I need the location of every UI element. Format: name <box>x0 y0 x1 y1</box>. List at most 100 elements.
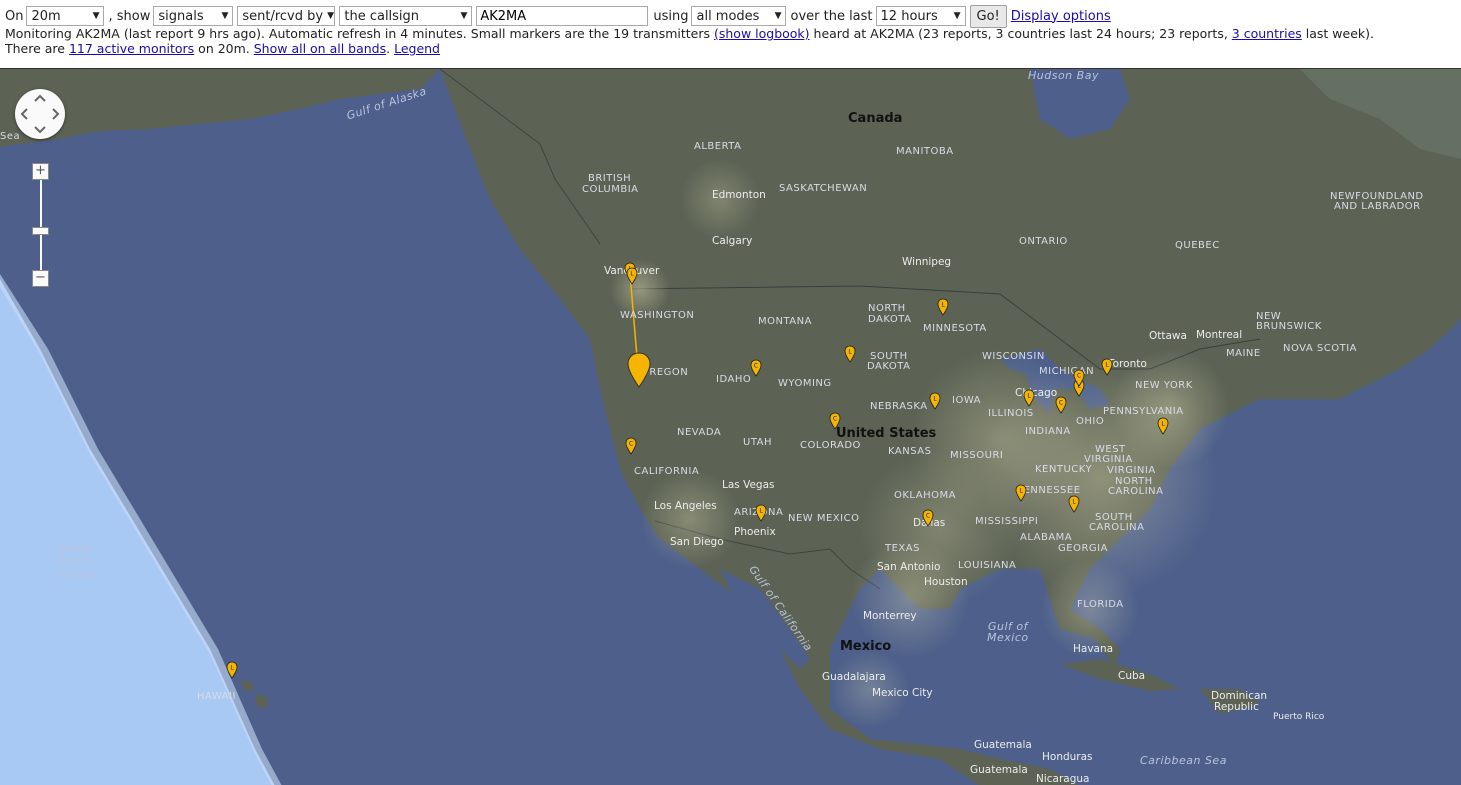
map-label: Houston <box>924 576 968 588</box>
map-label: San Antonio <box>877 561 941 573</box>
map-label: MINNESOTA <box>923 323 987 334</box>
controls-bar: On 20m ▼ , show signals ▼ sent/rcvd by ▼ th… <box>0 0 1461 68</box>
map-label: Sea <box>0 131 21 142</box>
direction-value: sent/rcvd by <box>242 8 324 24</box>
over-label: over the last <box>790 8 873 24</box>
map-label: COLORADO <box>800 440 861 451</box>
chevron-down-icon: ▼ <box>327 11 334 21</box>
zoom-slider-track[interactable] <box>40 171 42 279</box>
map-label: QUEBEC <box>1175 240 1220 251</box>
map-label: Republic <box>1214 701 1259 713</box>
direction-select[interactable]: sent/rcvd by ▼ <box>237 6 336 26</box>
period-select[interactable]: 12 hours ▼ <box>875 6 966 26</box>
map-label: BRUNSWICK <box>1256 321 1322 332</box>
map-label: MONTANA <box>758 316 812 327</box>
band-select[interactable]: 20m ▼ <box>26 6 105 26</box>
monitors-text: on 20m. <box>194 41 254 56</box>
map-label: WASHINGTON <box>620 310 695 321</box>
status-text: Monitoring AK2MA (last report 9 hrs ago)… <box>5 26 714 41</box>
map-label: FLORIDA <box>1077 599 1124 610</box>
map-label: ILLINOIS <box>988 408 1034 419</box>
target-value: the callsign <box>344 8 420 24</box>
map-base <box>0 69 1461 785</box>
map-label: KENTUCKY <box>1035 464 1093 475</box>
map-label: Chicago <box>1015 387 1058 399</box>
map-label: HAWAII <box>197 691 236 702</box>
map-label: INDIANA <box>1025 426 1071 437</box>
receiver-marker[interactable] <box>627 352 651 388</box>
map-label: Montreal <box>1196 329 1243 341</box>
map-label: OHIO <box>1076 416 1105 427</box>
map-label: LOUISIANA <box>958 560 1017 571</box>
modes-value: all modes <box>696 8 760 24</box>
zoom-out-button[interactable]: − <box>32 270 49 287</box>
svg-text:C: C <box>754 363 758 370</box>
map-label: DAKOTA <box>867 361 911 372</box>
show-select[interactable]: signals ▼ <box>153 6 234 26</box>
modes-select[interactable]: all modes ▼ <box>691 6 787 26</box>
map-label: CAROLINA <box>1089 522 1145 533</box>
using-label: using <box>653 8 689 24</box>
map-label: Ocean <box>59 568 97 581</box>
map-label: ALABAMA <box>1020 532 1073 543</box>
status-line: Monitoring AK2MA (last report 9 hrs ago)… <box>5 26 1374 41</box>
show-value: signals <box>158 8 204 24</box>
map-label: ONTARIO <box>1019 236 1068 247</box>
map-label: Guadalajara <box>822 671 886 683</box>
map-label: MISSISSIPPI <box>975 516 1039 527</box>
show-all-bands-link[interactable]: Show all on all bands <box>254 41 386 56</box>
map-label: Monterrey <box>863 610 917 622</box>
map-label: BRITISH <box>588 173 632 184</box>
map-label: Edmonton <box>712 189 766 201</box>
map-label: Las Vegas <box>722 479 775 491</box>
monitors-text: There are <box>5 41 69 56</box>
zoom-slider-thumb[interactable] <box>32 227 49 235</box>
period-value: 12 hours <box>880 8 938 24</box>
map-label: NORTH <box>868 303 906 314</box>
chevron-down-icon: ▼ <box>92 11 100 21</box>
pan-control[interactable] <box>15 89 65 139</box>
map-label: WYOMING <box>778 378 832 389</box>
go-button[interactable]: Go! <box>969 4 1007 28</box>
map-label: Guatemala <box>974 739 1032 751</box>
map-label: San Diego <box>670 536 724 548</box>
countries-link[interactable]: 3 countries <box>1232 26 1302 41</box>
active-monitors-link[interactable]: 117 active monitors <box>69 41 194 56</box>
map-label: CAROLINA <box>1108 486 1164 497</box>
map-label: IDAHO <box>716 374 752 385</box>
svg-text:C: C <box>629 441 633 448</box>
map-label: Mexico <box>840 639 892 654</box>
monitors-text: . <box>386 41 395 56</box>
show-logbook-link[interactable]: (show logbook) <box>714 26 810 41</box>
legend-link[interactable]: Legend <box>394 41 440 56</box>
map-label: Mexico City <box>872 687 933 699</box>
map-label: ALBERTA <box>694 141 742 152</box>
display-options-link[interactable]: Display options <box>1011 9 1111 24</box>
target-select[interactable]: the callsign ▼ <box>339 6 473 26</box>
map-label: NEBRASKA <box>870 401 928 412</box>
map-label: United States <box>836 426 937 441</box>
map-canvas[interactable]: + − Hudson Bay Gulf of Alaska Sea Canada… <box>0 68 1461 785</box>
map-label: DAKOTA <box>868 314 912 325</box>
svg-text:C: C <box>1077 373 1081 380</box>
map-label: Ottawa <box>1149 330 1187 342</box>
map-label: KANSAS <box>888 446 932 457</box>
chevron-down-icon: ▼ <box>221 11 229 21</box>
map-label: Havana <box>1073 643 1114 655</box>
map-label: Nicaragua <box>1036 773 1090 785</box>
map-label: Calgary <box>712 235 753 247</box>
show-label: , show <box>108 8 151 24</box>
map-label: Pacific <box>56 555 95 568</box>
map-label: Toronto <box>1108 358 1147 370</box>
map-label: Canada <box>848 111 903 126</box>
map-label: SASKATCHEWAN <box>779 183 868 194</box>
map-label: Phoenix <box>734 526 776 538</box>
map-label: NEVADA <box>677 427 722 438</box>
map-label: GEORGIA <box>1058 543 1108 554</box>
monitors-line: There are 117 active monitors on 20m. Sh… <box>5 41 440 56</box>
map-label: MANITOBA <box>896 146 954 157</box>
map-label: NEW YORK <box>1135 380 1193 391</box>
zoom-in-button[interactable]: + <box>32 163 49 180</box>
callsign-input[interactable] <box>476 6 649 26</box>
status-text: last week). <box>1301 26 1374 41</box>
